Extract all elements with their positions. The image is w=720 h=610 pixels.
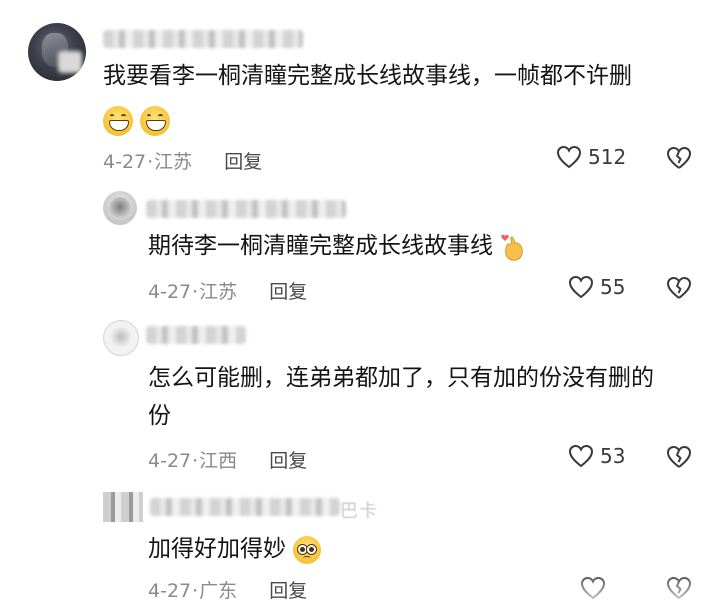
like-count: 512	[588, 145, 627, 169]
avatar-figure	[109, 197, 131, 219]
hand-heart-emoji	[501, 234, 524, 261]
comment-meta: 4-27·江苏 回复	[148, 277, 307, 304]
blurred-username[interactable]	[146, 326, 246, 344]
heart-outline-icon	[568, 275, 594, 299]
broken-heart-icon[interactable]	[666, 445, 692, 469]
blurred-username[interactable]	[146, 200, 346, 218]
reply-button[interactable]: 回复	[269, 450, 307, 472]
comment-location: 广东	[199, 580, 238, 602]
comment-date: 4-27	[148, 450, 192, 472]
meta-separator: ·	[192, 580, 199, 602]
like-count: 53	[600, 444, 626, 468]
like-button[interactable]: 55	[568, 275, 625, 299]
comment-location: 江西	[199, 450, 238, 472]
like-button[interactable]: 53	[568, 444, 625, 468]
broken-heart-icon[interactable]	[666, 146, 692, 170]
avatar[interactable]	[103, 191, 137, 225]
avatar[interactable]	[103, 492, 143, 522]
comment-text-body: 期待李一桐清瞳完整成长线故事线	[148, 233, 493, 259]
comment-meta: 4-27·江苏 回复	[103, 147, 262, 174]
meta-separator: ·	[192, 450, 199, 472]
comment-text-body: 加得好加得妙	[148, 536, 286, 562]
avatar-blur	[58, 51, 82, 73]
avatar[interactable]	[103, 320, 139, 356]
grinning-face-emoji	[140, 105, 171, 136]
comment-text: 怎么可能删，连弟弟都加了，只有加的份没有删的	[148, 365, 654, 391]
meta-separator: ·	[147, 151, 154, 173]
comment-date: 4-27	[148, 580, 192, 602]
comment-text: 加得好加得妙	[148, 531, 322, 567]
comment-meta: 4-27·广东 回复	[148, 576, 307, 603]
avatar-figure	[110, 327, 132, 349]
reply-button[interactable]: 回复	[224, 151, 262, 173]
comment-text: 我要看李一桐清瞳完整成长线故事线，一帧都不许删	[103, 63, 632, 89]
reply-button[interactable]: 回复	[269, 580, 307, 602]
username-fragment: 巴卡	[340, 501, 378, 522]
comment-date: 4-27	[103, 151, 147, 173]
grinning-face-emoji	[103, 105, 133, 136]
blurred-username[interactable]	[150, 498, 340, 516]
comment-emoji	[103, 102, 171, 138]
heart-outline-icon	[556, 145, 582, 169]
comment-text: 期待李一桐清瞳完整成长线故事线	[148, 228, 524, 264]
heart-outline-icon	[568, 444, 594, 468]
meta-separator: ·	[192, 281, 199, 303]
avatar[interactable]	[28, 23, 86, 81]
pleading-face-emoji	[293, 535, 322, 564]
reply-button[interactable]: 回复	[269, 281, 307, 303]
comment-location: 江苏	[199, 281, 238, 303]
comment-date: 4-27	[148, 281, 192, 303]
comment-meta: 4-27·江西 回复	[148, 446, 307, 473]
comment-text-continued: 份	[148, 403, 171, 429]
broken-heart-icon[interactable]	[666, 276, 692, 300]
like-button[interactable]: 512	[556, 145, 626, 169]
like-count: 55	[600, 275, 626, 299]
watermark-overlay	[540, 570, 710, 606]
blurred-username[interactable]	[103, 30, 303, 48]
comment-location: 江苏	[154, 151, 193, 173]
